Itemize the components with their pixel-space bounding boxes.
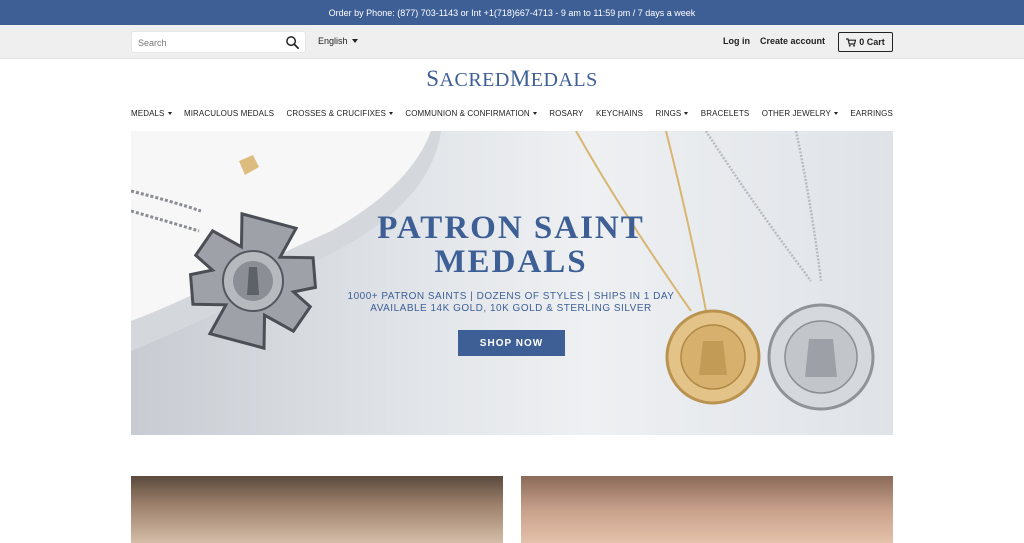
promo-tile-left[interactable]	[131, 476, 503, 543]
cart-label: 0 Cart	[859, 37, 885, 47]
nav-item-keychains[interactable]: KEYCHAINS	[596, 109, 643, 118]
utility-bar: English Log in Create account 0 Cart	[0, 25, 1024, 59]
main-nav: MEDALS MIRACULOUS MEDALS CROSSES & CRUCI…	[131, 106, 893, 120]
chevron-down-icon	[351, 39, 358, 43]
nav-item-bracelets[interactable]: BRACELETS	[701, 109, 749, 118]
chevron-down-icon	[532, 111, 537, 115]
language-label: English	[318, 36, 348, 46]
nav-item-communion-confirmation[interactable]: COMMUNION & CONFIRMATION	[405, 109, 537, 118]
nav-item-rings[interactable]: RINGS	[656, 109, 689, 118]
nav-item-other-jewelry[interactable]: OTHER JEWELRY	[762, 109, 838, 118]
saint-michael-medal	[665, 309, 761, 405]
hero-title: PATRON SAINT MEDALS	[377, 210, 645, 280]
announcement-bar: Order by Phone: (877) 703-1143 or Int +1…	[0, 0, 1024, 25]
promo-tile-right[interactable]	[521, 476, 893, 543]
search-box	[131, 31, 306, 53]
cart-button[interactable]: 0 Cart	[838, 32, 893, 52]
cart-icon	[846, 37, 857, 47]
saint-christopher-medal	[767, 303, 875, 411]
chevron-down-icon	[388, 111, 393, 115]
chevron-down-icon	[684, 111, 689, 115]
hero-subtitle-1: 1000+ PATRON SAINTS | DOZENS OF STYLES |…	[347, 291, 675, 302]
hero-banner[interactable]: PATRON SAINT MEDALS 1000+ PATRON SAINTS …	[131, 131, 893, 435]
nav-item-rosary[interactable]: ROSARY	[549, 109, 583, 118]
chevron-down-icon	[167, 111, 172, 115]
login-link[interactable]: Log in	[723, 36, 750, 46]
nav-item-earrings[interactable]: EARRINGS	[850, 109, 893, 118]
chevron-down-icon	[833, 111, 838, 115]
site-logo[interactable]: SACREDMEDALS	[0, 66, 1024, 92]
hero-subtitle-2: AVAILABLE 14K GOLD, 10K GOLD & STERLING …	[370, 303, 652, 314]
announcement-text: Order by Phone: (877) 703-1143 or Int +1…	[328, 7, 696, 18]
search-icon[interactable]	[285, 35, 300, 50]
shop-now-button[interactable]: SHOP NOW	[458, 330, 565, 356]
search-input[interactable]	[138, 35, 278, 50]
nav-item-miraculous-medals[interactable]: MIRACULOUS MEDALS	[184, 109, 274, 118]
hero-image	[131, 131, 875, 411]
nav-item-crosses-crucifixes[interactable]: CROSSES & CRUCIFIXES	[287, 109, 393, 118]
nav-item-medals[interactable]: MEDALS	[131, 109, 172, 118]
language-selector[interactable]: English	[318, 36, 358, 46]
create-account-link[interactable]: Create account	[760, 36, 825, 46]
